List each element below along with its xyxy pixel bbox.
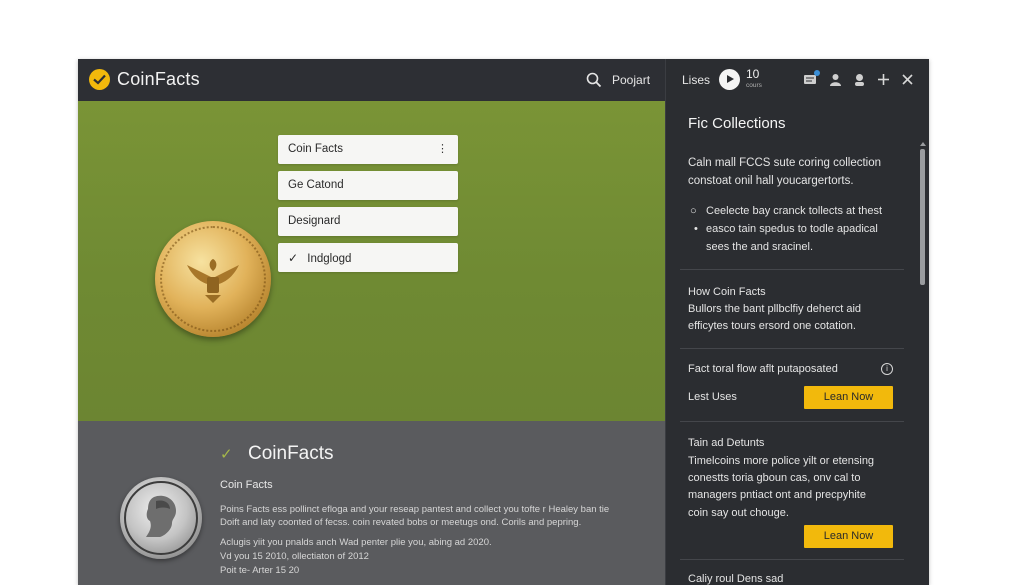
section-text: conestts toria gboun cas, onv cal to xyxy=(688,472,861,484)
menu-item-designard[interactable]: Designard xyxy=(278,207,458,236)
top-bar: CoinFacts Poojart xyxy=(78,59,665,101)
close-icon[interactable] xyxy=(900,72,915,87)
menu-item-label: Coin Facts xyxy=(288,143,343,155)
portrait-emblem-icon xyxy=(146,495,176,537)
scroll-up-arrow-icon[interactable] xyxy=(920,142,926,146)
section-text: Bullors the bant pllbclfiy deherct aid xyxy=(688,303,862,315)
lists-label[interactable]: Lises xyxy=(682,73,710,87)
section-title: CoinFacts xyxy=(248,443,334,464)
meta-line: Poit te- Arter 15 20 xyxy=(220,565,300,576)
bullet-text: easco tain spedus to todle apadical xyxy=(706,223,878,235)
menu-item-coin-facts[interactable]: Coin Facts ⋮ xyxy=(278,135,458,164)
section-heading: Fact toral flow aflt putaposated xyxy=(688,363,838,375)
more-options-icon[interactable]: ⋮ xyxy=(437,142,448,155)
silver-coin-image xyxy=(120,477,202,559)
menu-item-label: Designard xyxy=(288,215,341,227)
menu-item-label: Indglogd xyxy=(307,253,352,265)
learn-now-button[interactable]: Lean Now xyxy=(804,386,893,409)
section-body: Poins Facts ess pollinct efloga and your… xyxy=(220,504,610,528)
menu-item-ge-catond[interactable]: Ge Catond xyxy=(278,171,458,200)
divider xyxy=(680,559,904,560)
gold-coin-image xyxy=(155,221,271,337)
learn-now-button-2[interactable]: Lean Now xyxy=(804,525,893,548)
count-caption: cours xyxy=(746,82,762,89)
section-text: coin say out chouge. xyxy=(688,507,789,519)
section-heading: Caliy roul Dens sad xyxy=(688,573,784,585)
meta-line: Vd you 15 2010, ollectiaton of 2012 xyxy=(220,551,369,562)
eagle-emblem-icon xyxy=(187,259,239,303)
chat-icon[interactable] xyxy=(803,70,820,87)
info-icon[interactable]: i xyxy=(881,363,893,375)
section-label: Lest Uses xyxy=(688,391,737,403)
right-panel-toolbar: Lises 10 cours xyxy=(666,59,929,101)
checkmark-icon: ✓ xyxy=(288,251,299,265)
count-value: 10 xyxy=(746,67,760,81)
divider xyxy=(680,348,904,349)
search-icon[interactable] xyxy=(586,72,602,88)
intro-text: Caln mall FCCS sute coring collection xyxy=(688,157,882,169)
app-title: CoinFacts xyxy=(117,69,200,89)
menu-item-indglogd[interactable]: ✓ Indglogd xyxy=(278,243,458,272)
user-icon[interactable] xyxy=(828,72,843,87)
plus-icon[interactable] xyxy=(876,72,891,87)
hero-section: Coin Facts ⋮ Ge Catond Designard ✓ Indgl… xyxy=(78,101,665,421)
coinfacts-logo-icon[interactable] xyxy=(89,69,110,90)
dot-bullet-icon: • xyxy=(694,223,698,235)
section-text: managers pntiact ont and precpyhite xyxy=(688,489,866,501)
app-window: CoinFacts Poojart Coin Facts ⋮ Ge Catond… xyxy=(78,59,929,585)
section-text: efficytes tours ersord one cotation. xyxy=(688,320,856,332)
circle-bullet-icon: ○ xyxy=(690,205,697,217)
coin-info-section: ✓ CoinFacts Coin Facts Poins Facts ess p… xyxy=(78,421,665,585)
menu-item-label: Ge Catond xyxy=(288,179,344,191)
section-text: Timelcoins more police yilt or etensing xyxy=(688,455,875,467)
section-heading: How Coin Facts xyxy=(688,286,766,298)
section-heading: Tain ad Detunts xyxy=(688,437,765,449)
profile-icon[interactable] xyxy=(852,72,867,87)
section-subtitle: Coin Facts xyxy=(220,479,273,491)
intro-text: constoat onil hall youcargertorts. xyxy=(688,175,854,187)
search-label[interactable]: Poojart xyxy=(612,73,650,87)
bullet-text: Ceelecte bay cranck tollects at thest xyxy=(706,205,883,217)
meta-line: Aclugis yiit you pnalds anch Wad penter … xyxy=(220,537,492,548)
panel-title: Fic Collections xyxy=(688,115,786,132)
scrollbar[interactable] xyxy=(920,149,925,285)
play-icon[interactable] xyxy=(719,69,740,90)
notification-dot xyxy=(814,70,820,76)
divider xyxy=(680,421,904,422)
right-panel: Lises 10 cours Fic Collections Caln mall… xyxy=(665,59,929,585)
divider xyxy=(680,269,904,270)
checkmark-icon: ✓ xyxy=(220,446,233,463)
bullet-text: sees the and sracinel. xyxy=(706,241,814,253)
